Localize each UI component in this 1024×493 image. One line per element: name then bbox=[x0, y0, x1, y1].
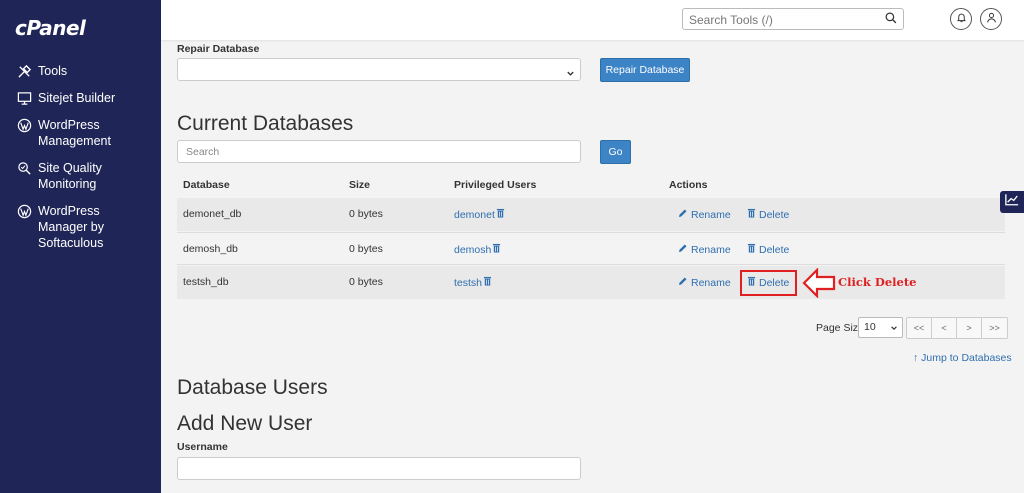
cpanel-logo[interactable]: cPanel bbox=[15, 16, 86, 40]
bell-icon bbox=[956, 10, 967, 28]
sidebar-item-sitejet[interactable]: Sitejet Builder bbox=[15, 90, 115, 106]
first-page-button[interactable]: << bbox=[907, 318, 932, 338]
left-arrow-icon bbox=[802, 268, 836, 298]
database-users-title: Database Users bbox=[177, 376, 328, 399]
rename-label: Rename bbox=[691, 208, 731, 221]
search-tools-input[interactable]: Search Tools (/) bbox=[682, 8, 904, 30]
wordpress-icon bbox=[15, 117, 33, 133]
repair-database-button[interactable]: Repair Database bbox=[600, 58, 690, 82]
sidebar-item-wordpress-management[interactable]: WordPress Management bbox=[15, 117, 111, 149]
pencil-icon bbox=[678, 243, 691, 256]
username-input[interactable] bbox=[177, 457, 581, 480]
trash-icon bbox=[747, 208, 759, 221]
pagination: << < > >> bbox=[906, 317, 1008, 339]
notifications-button[interactable] bbox=[950, 8, 972, 30]
rename-button[interactable]: Rename bbox=[678, 208, 731, 221]
privileged-user-name: testsh bbox=[454, 276, 483, 289]
page-size-value: 10 bbox=[864, 321, 876, 333]
sidebar: cPanel Tools Sitejet Builder WordPress M… bbox=[0, 0, 161, 493]
page-size-label: Page Size bbox=[816, 322, 864, 334]
sidebar-item-label: WordPress Management bbox=[38, 118, 111, 148]
add-new-user-title: Add New User bbox=[177, 412, 313, 435]
sidebar-item-label: WordPress Manager by Softaculous bbox=[38, 204, 105, 250]
sidebar-item-label: Tools bbox=[38, 64, 68, 78]
user-profile-button[interactable] bbox=[980, 8, 1002, 30]
delete-label: Delete bbox=[759, 243, 790, 256]
delete-button[interactable]: Delete bbox=[747, 243, 789, 256]
rename-label: Rename bbox=[691, 276, 731, 289]
privileged-user-link[interactable]: demosh bbox=[454, 243, 504, 256]
username-label: Username bbox=[177, 441, 228, 453]
tools-icon bbox=[15, 63, 33, 79]
database-search-input[interactable]: Search bbox=[177, 140, 581, 163]
top-header: Search Tools (/) bbox=[161, 0, 1024, 40]
chart-line-icon bbox=[1005, 193, 1019, 211]
prev-page-button[interactable]: < bbox=[932, 318, 957, 338]
search-icon[interactable] bbox=[885, 12, 897, 27]
database-size: 0 bytes bbox=[349, 243, 383, 255]
database-size: 0 bytes bbox=[349, 208, 383, 220]
sidebar-item-label: Sitejet Builder bbox=[38, 91, 116, 105]
user-icon bbox=[986, 10, 997, 28]
stats-panel-toggle[interactable] bbox=[1000, 191, 1024, 213]
annotation-text: Click Delete bbox=[838, 275, 917, 289]
pencil-icon bbox=[678, 276, 691, 289]
rename-button[interactable]: Rename bbox=[678, 276, 731, 289]
database-size: 0 bytes bbox=[349, 276, 383, 288]
sidebar-item-site-quality[interactable]: Site Quality Monitoring bbox=[15, 160, 102, 192]
privileged-user-link[interactable]: demonet bbox=[454, 208, 508, 221]
trash-icon[interactable] bbox=[483, 276, 495, 289]
column-header-size[interactable]: Size bbox=[349, 179, 370, 191]
sidebar-item-label: Site Quality Monitoring bbox=[38, 161, 102, 191]
database-name: testsh_db bbox=[183, 276, 229, 288]
chevron-down-icon bbox=[890, 323, 898, 335]
repair-database-label: Repair Database bbox=[177, 43, 260, 55]
main-content: Repair Database Repair Database Current … bbox=[161, 40, 1024, 493]
column-header-privileged-users[interactable]: Privileged Users bbox=[454, 179, 536, 191]
rename-button[interactable]: Rename bbox=[678, 243, 731, 256]
current-databases-title: Current Databases bbox=[177, 112, 354, 135]
delete-button[interactable]: Delete bbox=[747, 208, 789, 221]
database-search-placeholder: Search bbox=[186, 146, 220, 158]
privileged-user-link[interactable]: testsh bbox=[454, 276, 495, 289]
sidebar-item-wordpress-softaculous[interactable]: WordPress Manager by Softaculous bbox=[15, 203, 104, 251]
trash-icon[interactable] bbox=[492, 243, 504, 256]
delete-label: Delete bbox=[759, 208, 790, 221]
search-quality-icon bbox=[15, 160, 33, 176]
rename-label: Rename bbox=[691, 243, 731, 256]
privileged-user-name: demonet bbox=[454, 208, 495, 221]
delete-highlight-box bbox=[740, 270, 797, 296]
trash-icon bbox=[747, 243, 759, 256]
table-row: demonet_db 0 bytes demonet Rename Delete bbox=[177, 198, 1005, 231]
column-header-actions: Actions bbox=[669, 179, 708, 191]
search-tools-placeholder: Search Tools (/) bbox=[689, 13, 773, 27]
privileged-user-name: demosh bbox=[454, 243, 492, 256]
page-size-select[interactable]: 10 bbox=[858, 317, 903, 338]
database-name: demonet_db bbox=[183, 208, 242, 220]
monitor-icon bbox=[15, 90, 33, 106]
jump-link-label: Jump to Databases bbox=[921, 352, 1012, 364]
repair-database-select[interactable] bbox=[177, 58, 581, 81]
trash-icon[interactable] bbox=[496, 208, 508, 221]
arrow-up-icon: ↑ bbox=[913, 352, 919, 364]
database-name: demosh_db bbox=[183, 243, 238, 255]
go-button[interactable]: Go bbox=[600, 140, 631, 164]
next-page-button[interactable]: > bbox=[957, 318, 982, 338]
column-header-database[interactable]: Database bbox=[183, 179, 230, 191]
chevron-down-icon bbox=[566, 65, 575, 83]
jump-to-databases-link[interactable]: ↑ Jump to Databases bbox=[913, 352, 1012, 364]
sidebar-item-tools[interactable]: Tools bbox=[15, 63, 67, 79]
table-row: demosh_db 0 bytes demosh Rename Delete bbox=[177, 232, 1005, 265]
pencil-icon bbox=[678, 208, 691, 221]
last-page-button[interactable]: >> bbox=[982, 318, 1007, 338]
